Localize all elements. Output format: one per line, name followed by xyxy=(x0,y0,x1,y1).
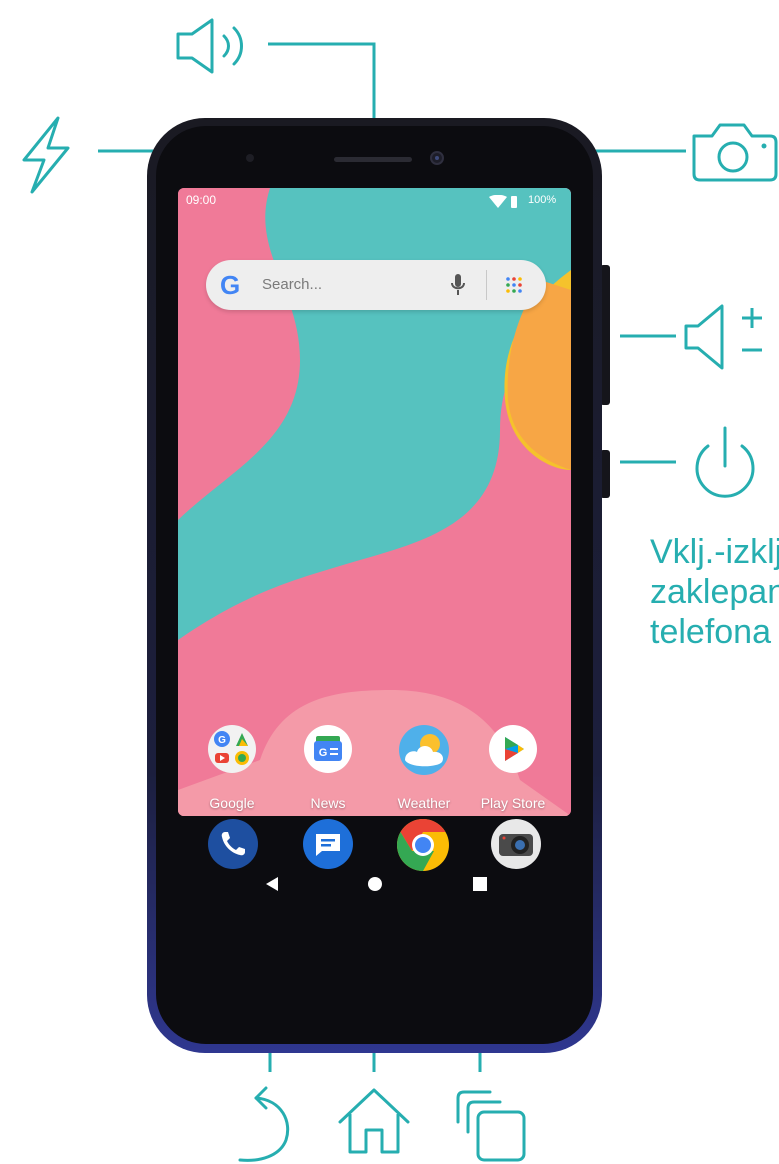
power-caption: Vklj.-izklj. zaklepanje telefona xyxy=(650,533,779,651)
search-placeholder: Search... xyxy=(262,276,323,293)
volume-icon xyxy=(684,304,762,370)
status-time: 09:00 xyxy=(186,193,217,207)
speaker-icon xyxy=(176,18,243,74)
back-icon[interactable] xyxy=(264,876,280,892)
svg-text:G: G xyxy=(319,747,328,759)
power-icon xyxy=(695,426,755,498)
app-grid-icon[interactable] xyxy=(506,277,522,293)
front-camera-icon xyxy=(692,123,778,182)
messages-icon[interactable] xyxy=(302,818,354,870)
search-divider xyxy=(486,270,487,300)
app-label-google: Google xyxy=(209,795,255,811)
search-bar[interactable]: G Search... xyxy=(206,260,546,310)
home-icon xyxy=(338,1088,410,1154)
recent-apps-icon xyxy=(456,1090,526,1162)
google-folder-icon[interactable]: G xyxy=(207,724,257,774)
flash-icon xyxy=(22,116,70,194)
home-dot-icon[interactable] xyxy=(367,876,383,892)
google-g-icon: G xyxy=(220,270,241,300)
earpiece xyxy=(334,157,412,162)
recents-square-icon[interactable] xyxy=(472,876,488,892)
app-label-weather: Weather xyxy=(397,795,451,811)
mic-icon[interactable] xyxy=(451,273,465,297)
weather-icon[interactable] xyxy=(397,724,451,776)
svg-text:G: G xyxy=(218,735,226,746)
back-arrow-icon xyxy=(238,1086,290,1162)
battery-level: 100% xyxy=(528,194,557,206)
app-label-play-store: Play Store xyxy=(480,795,546,811)
sensor xyxy=(246,154,254,162)
wifi-icon xyxy=(489,195,517,208)
camera-app-icon[interactable] xyxy=(490,818,542,870)
play-store-icon[interactable] xyxy=(488,724,538,774)
app-label-news: News xyxy=(310,795,346,811)
chrome-icon[interactable] xyxy=(396,818,450,872)
phone-icon[interactable] xyxy=(207,818,259,870)
news-icon[interactable]: G xyxy=(303,724,353,774)
